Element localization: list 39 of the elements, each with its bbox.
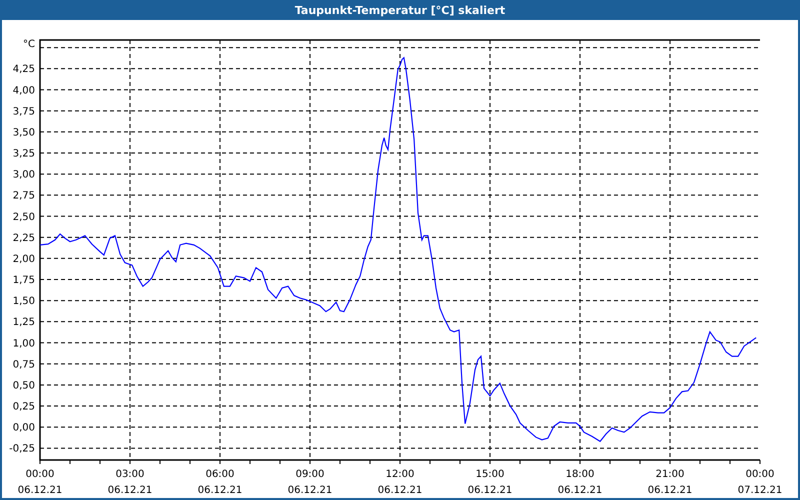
date-label: 06.12.21 xyxy=(648,485,692,496)
x-tick-label: 03:00 xyxy=(116,469,144,480)
y-tick-label: 3,25 xyxy=(12,148,35,160)
x-tick-label: 12:00 xyxy=(386,469,414,480)
y-tick-label: 1,50 xyxy=(12,296,35,308)
y-tick-label: -0,25 xyxy=(9,444,35,455)
y-tick-label: 4,25 xyxy=(12,64,35,76)
date-label: 06.12.21 xyxy=(198,485,242,496)
x-tick-label: 06:00 xyxy=(206,469,234,480)
date-label: 06.12.21 xyxy=(558,485,602,496)
date-label: 06.12.21 xyxy=(378,485,422,496)
date-label: 06.12.21 xyxy=(18,485,62,496)
y-tick-label: 0,00 xyxy=(12,422,35,434)
y-tick-label: 1,25 xyxy=(12,317,35,328)
y-tick-label: 0,75 xyxy=(12,359,35,370)
y-tick-label: 1,75 xyxy=(12,275,35,286)
y-tick-label: 2,50 xyxy=(12,212,35,223)
date-label: 06.12.21 xyxy=(108,485,152,496)
window-title: Taupunkt-Temperatur [°C] skaliert xyxy=(294,4,506,16)
y-tick-label: 0,25 xyxy=(12,402,35,413)
y-tick-label: 3,00 xyxy=(12,170,35,181)
x-tick-label: 15:00 xyxy=(476,469,504,480)
date-label: 06.12.21 xyxy=(288,485,332,496)
x-tick-label: 18:00 xyxy=(566,469,594,480)
x-tick-label: 00:00 xyxy=(746,469,774,480)
y-tick-label: 0,50 xyxy=(12,380,35,392)
x-tick-label: 21:00 xyxy=(656,469,684,480)
y-tick-label: 4,00 xyxy=(12,85,35,96)
y-tick-label: °C xyxy=(23,39,35,50)
x-tick-label: 09:00 xyxy=(296,469,324,480)
y-tick-label: 3,50 xyxy=(12,127,35,138)
x-tick-label: 00:00 xyxy=(26,469,54,480)
y-tick-label: 2,00 xyxy=(12,254,35,265)
date-label: 06.12.21 xyxy=(468,485,512,496)
y-tick-label: 1,00 xyxy=(12,338,35,350)
y-tick-label: 3,75 xyxy=(12,106,35,118)
y-tick-label: 2,25 xyxy=(12,232,35,244)
y-tick-label: 2,75 xyxy=(12,190,35,202)
date-label: 07.12.21 xyxy=(738,485,782,496)
